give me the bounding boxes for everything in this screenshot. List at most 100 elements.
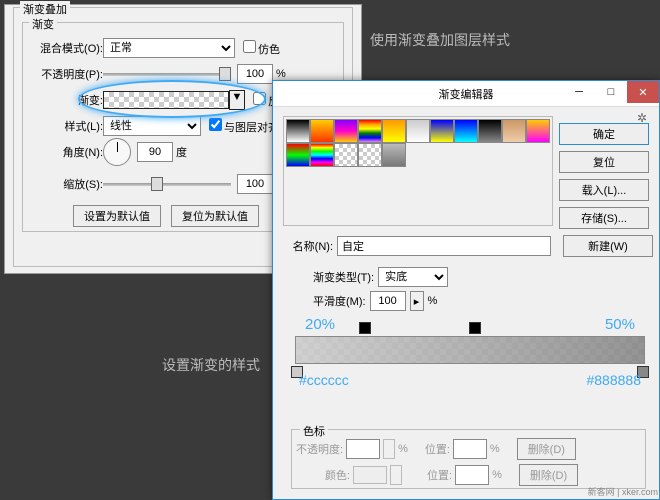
- angle-input[interactable]: [137, 142, 173, 162]
- color-label: 颜色:: [296, 467, 350, 483]
- cancel-button[interactable]: 复位: [559, 151, 649, 173]
- pos2-unit: %: [492, 469, 502, 481]
- stop1-hex: #cccccc: [299, 372, 349, 388]
- gradient-dropdown-arrow[interactable]: ▼: [229, 90, 245, 110]
- swatch[interactable]: [358, 119, 382, 143]
- fieldset-title: 渐变叠加: [20, 1, 70, 17]
- scale-row: 缩放(S): %: [23, 173, 286, 195]
- swatch[interactable]: [382, 119, 406, 143]
- save-button[interactable]: 存储(S)...: [559, 207, 649, 229]
- angle-row: 角度(N): 度: [23, 141, 187, 163]
- style-label: 样式(L):: [23, 118, 103, 134]
- type-label: 渐变类型(T):: [313, 269, 374, 285]
- ok-button[interactable]: 确定: [559, 123, 649, 145]
- blend-label: 混合模式(O):: [23, 40, 103, 56]
- color-swatch: [353, 466, 387, 484]
- titlebar[interactable]: 渐变编辑器 ─ □ ✕: [273, 81, 659, 107]
- swatch[interactable]: [334, 119, 358, 143]
- opacity-slider[interactable]: [103, 73, 231, 76]
- swatch[interactable]: [406, 119, 430, 143]
- blend-mode-select[interactable]: 正常: [103, 38, 235, 58]
- blend-row: 混合模式(O): 正常 仿色: [23, 37, 280, 59]
- default-buttons: 设置为默认值 复位为默认值: [73, 205, 259, 227]
- smooth-dropdown[interactable]: ▸: [410, 291, 424, 311]
- name-row: 名称(N): 新建(W): [283, 235, 653, 257]
- swatch[interactable]: [454, 119, 478, 143]
- gradient-preview[interactable]: [103, 91, 229, 109]
- pos-unit: %: [490, 443, 500, 455]
- side-buttons: 确定 复位 载入(L)... 存储(S)...: [559, 123, 649, 229]
- annotation-1: 使用渐变叠加图层样式: [370, 30, 510, 50]
- angle-dial[interactable]: [103, 138, 131, 166]
- annotation-2: 设置渐变的样式: [162, 355, 260, 375]
- gradient-bar[interactable]: [295, 336, 645, 364]
- style-select[interactable]: 线性: [103, 116, 201, 136]
- maximize-button[interactable]: □: [595, 81, 627, 103]
- scale-slider[interactable]: [103, 183, 231, 186]
- pos2-label: 位置:: [427, 467, 452, 483]
- type-row: 渐变类型(T): 实底: [313, 267, 448, 287]
- name-input[interactable]: [337, 236, 551, 256]
- smooth-row: 平滑度(M): ▸ %: [313, 291, 437, 311]
- opacity-unit: %: [276, 68, 286, 80]
- style-row: 样式(L): 线性 与图层对齐(I): [23, 115, 289, 137]
- pos2-input: [455, 465, 489, 485]
- swatch[interactable]: [334, 143, 358, 167]
- smooth-unit: %: [428, 295, 438, 307]
- opacity-row: 不透明度(P): %: [23, 63, 286, 85]
- pos-label: 位置:: [425, 441, 450, 457]
- name-label: 名称(N):: [283, 238, 333, 254]
- load-button[interactable]: 载入(L)...: [559, 179, 649, 201]
- stop1-pct: 20%: [305, 316, 335, 333]
- stop2-hex: #888888: [586, 372, 641, 388]
- swatch-grid: [284, 117, 552, 169]
- type-select[interactable]: 实底: [378, 267, 448, 287]
- opacity-stop-row: 不透明度: % 位置: % 删除(D): [296, 438, 576, 460]
- swatch[interactable]: [286, 119, 310, 143]
- swatch[interactable]: [502, 119, 526, 143]
- swatch[interactable]: [382, 143, 406, 167]
- del-op-button: 删除(D): [517, 438, 576, 460]
- swatch[interactable]: [526, 119, 550, 143]
- op-input: [346, 439, 380, 459]
- op-drop: [383, 439, 395, 459]
- new-button[interactable]: 新建(W): [563, 235, 653, 257]
- set-default-button[interactable]: 设置为默认值: [73, 205, 161, 227]
- scale-input[interactable]: [237, 174, 273, 194]
- op-label: 不透明度:: [296, 441, 343, 457]
- color-stop-row: 颜色: 位置: % 删除(D): [296, 464, 578, 486]
- colorstop-title: 色标: [300, 423, 328, 439]
- gradient-bar-section: 20% 50% #cccccc #888888: [295, 336, 645, 410]
- minimize-button[interactable]: ─: [563, 81, 595, 103]
- swatch[interactable]: [430, 119, 454, 143]
- colorstop-fieldset: 色标 不透明度: % 位置: % 删除(D) 颜色: 位置: % 删除(D): [291, 429, 646, 489]
- gradient-row: 渐变: ▼ 反向(R): [23, 89, 305, 111]
- dither-check[interactable]: 仿色: [243, 40, 280, 57]
- angle-label: 角度(N):: [23, 144, 103, 160]
- stop2-pct: 50%: [605, 316, 635, 333]
- inner-title: 渐变: [29, 16, 57, 32]
- opacity-stop-2[interactable]: [469, 322, 481, 334]
- scale-label: 缩放(S):: [23, 176, 103, 192]
- preset-box: [283, 116, 553, 226]
- swatch[interactable]: [358, 143, 382, 167]
- gradient-label: 渐变:: [23, 92, 103, 108]
- swatch[interactable]: [310, 119, 334, 143]
- smooth-input[interactable]: [370, 291, 406, 311]
- op-unit: %: [398, 443, 408, 455]
- opacity-stop-1[interactable]: [359, 322, 371, 334]
- smooth-label: 平滑度(M):: [313, 293, 366, 309]
- swatch[interactable]: [286, 143, 310, 167]
- gradient-editor-window: 渐变编辑器 ─ □ ✕ ✲ 确定 复位 载入(L)... 存储(S)... 名称…: [272, 80, 660, 500]
- pos-input: [453, 439, 487, 459]
- watermark: 新客网 | xker.com: [588, 485, 658, 498]
- opacity-input[interactable]: [237, 64, 273, 84]
- del-color-button: 删除(D): [519, 464, 578, 486]
- close-button[interactable]: ✕: [627, 81, 659, 103]
- window-title: 渐变编辑器: [439, 86, 494, 102]
- reset-default-button[interactable]: 复位为默认值: [171, 205, 259, 227]
- angle-unit: 度: [176, 144, 187, 160]
- opacity-label: 不透明度(P):: [23, 66, 103, 82]
- swatch[interactable]: [310, 143, 334, 167]
- swatch[interactable]: [478, 119, 502, 143]
